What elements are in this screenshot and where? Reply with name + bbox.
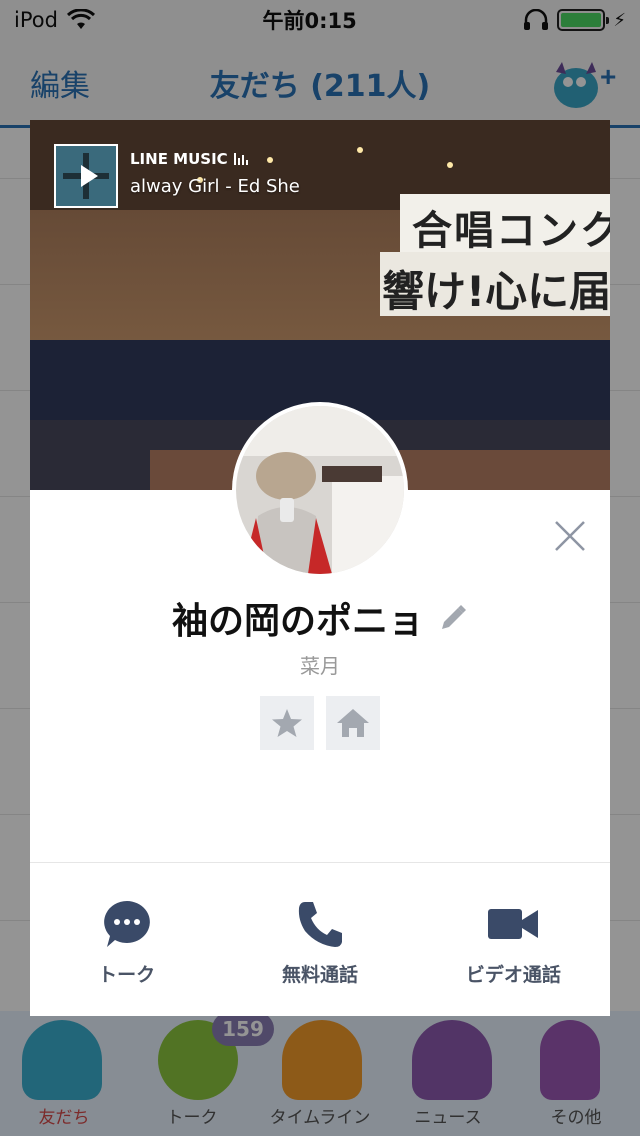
cover-banner-subtext: 響け!心に届 (382, 267, 610, 316)
free-call-button[interactable]: 無料通話 (223, 896, 416, 987)
video-call-label: ビデオ通話 (465, 964, 561, 986)
talk-label: トーク (98, 964, 156, 986)
pencil-icon[interactable] (438, 603, 468, 633)
play-icon (80, 165, 98, 187)
equalizer-icon (233, 153, 248, 165)
avatar-image (236, 406, 404, 574)
chat-bubble-icon (103, 901, 150, 947)
divider (30, 862, 610, 863)
video-call-button[interactable]: ビデオ通話 (417, 896, 610, 987)
profile-name: 袖の岡のポニョ (171, 601, 424, 642)
cover-banner-text: 合唱コンク (412, 208, 610, 254)
favorite-button[interactable] (260, 696, 314, 750)
album-art[interactable] (54, 144, 118, 208)
avatar[interactable] (232, 402, 408, 578)
star-icon (272, 709, 302, 737)
line-music-widget[interactable]: LINE MUSIC alway Girl - Ed She (54, 144, 330, 208)
music-song-title: alway Girl - Ed She (130, 176, 300, 197)
home-icon (337, 709, 369, 737)
video-camera-icon (488, 909, 539, 939)
talk-button[interactable]: トーク (30, 896, 223, 987)
status-message: 菜月 (300, 654, 340, 678)
home-button[interactable] (326, 696, 380, 750)
music-service-label: LINE MUSIC (130, 150, 228, 168)
phone-icon (298, 902, 342, 947)
free-call-label: 無料通話 (281, 964, 358, 986)
profile-card: 合唱コンク 響け!心に届 LINE MUSIC alway Girl - Ed … (30, 120, 610, 1016)
close-icon[interactable] (552, 518, 588, 554)
